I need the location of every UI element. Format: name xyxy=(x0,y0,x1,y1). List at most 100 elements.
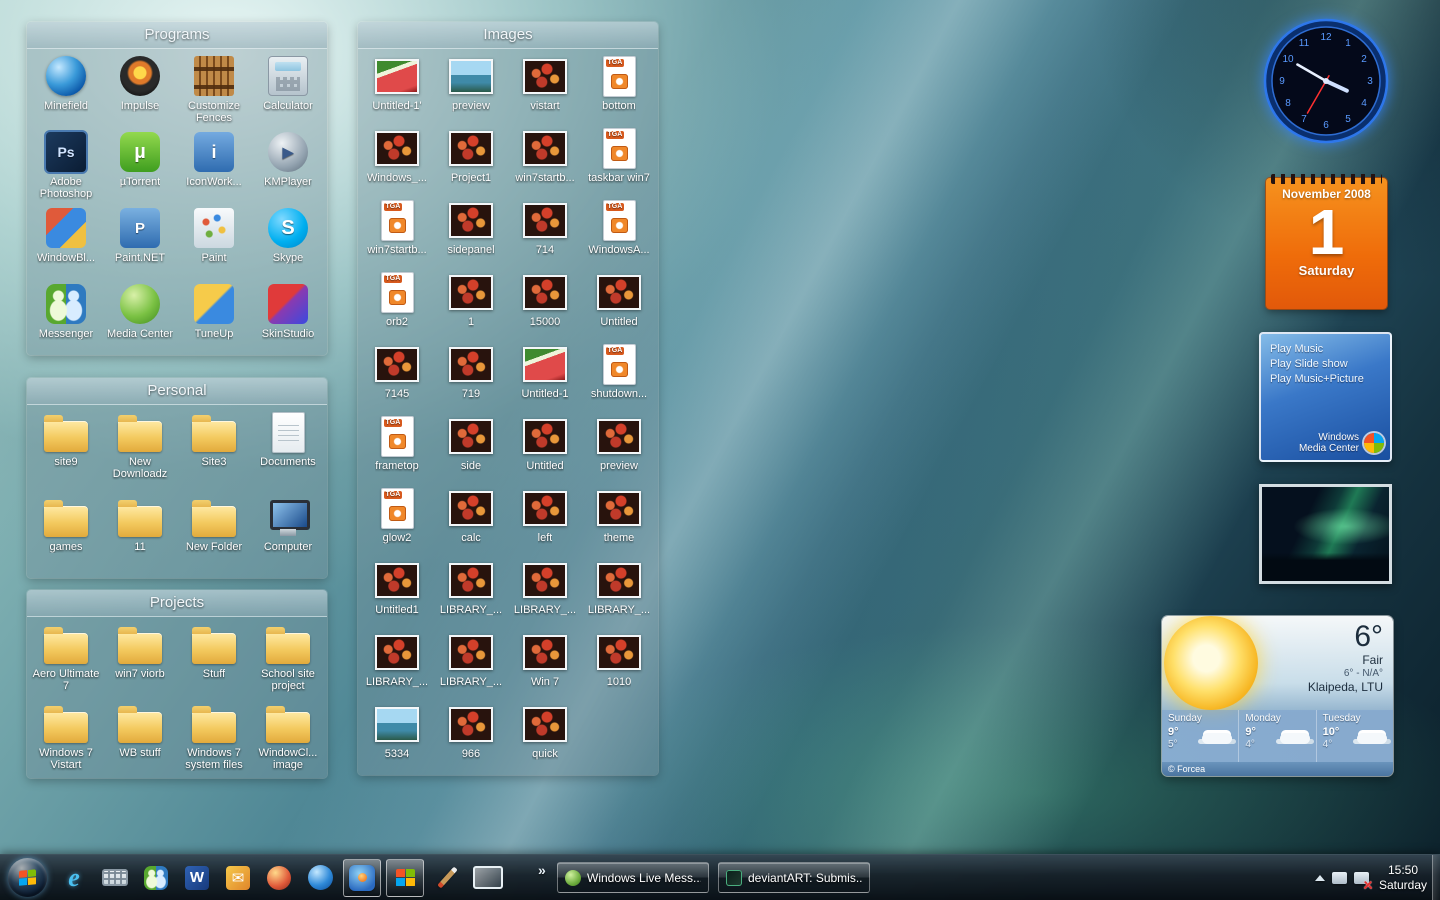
desktop-icon-untitled-1[interactable]: Untitled-1' xyxy=(360,52,434,124)
desktop-icon-games[interactable]: games xyxy=(29,493,103,578)
fence-projects[interactable]: Projects Aero Ultimate 7win7 viorbStuffS… xyxy=(27,590,327,778)
desktop-icon-1[interactable]: 1 xyxy=(434,268,508,340)
quicklaunch-outlook-button[interactable] xyxy=(220,858,256,898)
desktop-icon-win7startb[interactable]: win7startb... xyxy=(360,196,434,268)
quicklaunch-brush-button[interactable] xyxy=(429,858,465,898)
desktop-icon-wb-stuff[interactable]: WB stuff xyxy=(103,699,177,778)
desktop-icon-skinstudio[interactable]: SkinStudio xyxy=(251,280,325,355)
desktop-icon-preview[interactable]: preview xyxy=(434,52,508,124)
desktop-icon-minefield[interactable]: Minefield xyxy=(29,52,103,128)
taskbar-button-windows-live-messenger[interactable]: Windows Live Mess... xyxy=(557,862,709,893)
desktop-icon-side[interactable]: side xyxy=(434,412,508,484)
desktop-icon-taskbar-win7[interactable]: taskbar win7 xyxy=(582,124,656,196)
desktop-icon-site9[interactable]: site9 xyxy=(29,408,103,493)
taskbar-button-deviantart[interactable]: deviantART: Submis... xyxy=(718,862,870,893)
desktop-icon-15000[interactable]: 15000 xyxy=(508,268,582,340)
quicklaunch-orb-button[interactable] xyxy=(261,858,297,898)
quicklaunch-messenger-button[interactable] xyxy=(138,858,174,898)
desktop-icon-719[interactable]: 719 xyxy=(434,340,508,412)
analog-clock-gadget[interactable]: 1212 345 678 91011 xyxy=(1260,14,1392,148)
desktop-icon-library[interactable]: LIBRARY_... xyxy=(582,556,656,628)
desktop-icon-skype[interactable]: SSkype xyxy=(251,204,325,280)
desktop-icon-library[interactable]: LIBRARY_... xyxy=(434,556,508,628)
fence-images[interactable]: Images Untitled-1'previewvistartbottomWi… xyxy=(358,22,658,775)
desktop-icon-966[interactable]: 966 xyxy=(434,700,508,772)
start-button[interactable] xyxy=(8,858,47,897)
desktop-icon-computer[interactable]: Computer xyxy=(251,493,325,578)
fence-personal[interactable]: Personal site9New DownloadzSite3Document… xyxy=(27,378,327,578)
desktop-icon-orb2[interactable]: orb2 xyxy=(360,268,434,340)
quicklaunch-ie-button[interactable] xyxy=(56,858,92,898)
desktop-icon-calculator[interactable]: Calculator xyxy=(251,52,325,128)
desktop-icon-vistart[interactable]: vistart xyxy=(508,52,582,124)
play-slideshow-link[interactable]: Play Slide show xyxy=(1270,357,1390,372)
quicklaunch-word-button[interactable] xyxy=(179,858,215,898)
desktop-icon-documents[interactable]: Documents xyxy=(251,408,325,493)
desktop-icon-11[interactable]: 11 xyxy=(103,493,177,578)
desktop-icon-impulse[interactable]: Impulse xyxy=(103,52,177,128)
desktop-icon-paint-net[interactable]: PPaint.NET xyxy=(103,204,177,280)
forecast-day-sunday[interactable]: Sunday 9° 5° xyxy=(1162,710,1238,762)
desktop-icon-1010[interactable]: 1010 xyxy=(582,628,656,700)
desktop-icon-win-7[interactable]: Win 7 xyxy=(508,628,582,700)
desktop-icon-win7startb[interactable]: win7startb... xyxy=(508,124,582,196)
desktop-icon-windows-7-vistart[interactable]: Windows 7 Vistart xyxy=(29,699,103,778)
desktop-icon-school-site-project[interactable]: School site project xyxy=(251,620,325,699)
fence-title-images[interactable]: Images xyxy=(358,22,658,49)
desktop-icon-sidepanel[interactable]: sidepanel xyxy=(434,196,508,268)
desktop-icon-theme[interactable]: theme xyxy=(582,484,656,556)
quicklaunch-wmp-button[interactable] xyxy=(343,859,381,897)
desktop-icon-untitled-1[interactable]: Untitled-1 xyxy=(508,340,582,412)
play-music-link[interactable]: Play Music xyxy=(1270,342,1390,357)
desktop-icon-library[interactable]: LIBRARY_... xyxy=(508,556,582,628)
forecast-day-tuesday[interactable]: Tuesday 10° 4° xyxy=(1316,710,1393,762)
desktop-icon-new-folder[interactable]: New Folder xyxy=(177,493,251,578)
desktop-icon-project1[interactable]: Project1 xyxy=(434,124,508,196)
fence-programs[interactable]: Programs MinefieldImpulseCustomize Fence… xyxy=(27,22,327,355)
fence-title-projects[interactable]: Projects xyxy=(27,590,327,617)
toolbar-overflow-chevron[interactable]: » xyxy=(538,862,546,878)
fence-title-programs[interactable]: Programs xyxy=(27,22,327,49)
taskbar-clock[interactable]: 15:50 Saturday xyxy=(1376,863,1430,893)
desktop-icon-windowcl-image[interactable]: WindowCl... image xyxy=(251,699,325,778)
desktop-icon-untitled[interactable]: Untitled xyxy=(508,412,582,484)
forecast-day-monday[interactable]: Monday 9° 4° xyxy=(1238,710,1315,762)
desktop-icon-new-downloadz[interactable]: New Downloadz xyxy=(103,408,177,493)
desktop-icon-windowsa[interactable]: WindowsA... xyxy=(582,196,656,268)
media-center-gadget[interactable]: Play Music Play Slide show Play Music+Pi… xyxy=(1259,332,1392,462)
quicklaunch-windows-button[interactable] xyxy=(386,859,424,897)
desktop-icon-windows[interactable]: Windows_... xyxy=(360,124,434,196)
desktop-icon-untitled[interactable]: Untitled xyxy=(582,268,656,340)
fence-title-personal[interactable]: Personal xyxy=(27,378,327,405)
desktop-icon-torrent[interactable]: µµTorrent xyxy=(103,128,177,204)
desktop-icon-media-center[interactable]: Media Center xyxy=(103,280,177,355)
show-desktop-button[interactable] xyxy=(1432,855,1440,900)
desktop-icon-library[interactable]: LIBRARY_... xyxy=(434,628,508,700)
desktop-icon-adobe-photoshop[interactable]: PsAdobe Photoshop xyxy=(29,128,103,204)
desktop-icon-win7-viorb[interactable]: win7 viorb xyxy=(103,620,177,699)
quicklaunch-keyboard-button[interactable] xyxy=(97,858,133,898)
weather-gadget[interactable]: 6° Fair 6° - N/A° Klaipeda, LTU Sunday 9… xyxy=(1162,616,1393,776)
desktop-icon-left[interactable]: left xyxy=(508,484,582,556)
quicklaunch-monitor-button[interactable] xyxy=(470,858,506,898)
desktop-icon-calc[interactable]: calc xyxy=(434,484,508,556)
tray-display-icon[interactable] xyxy=(1332,872,1347,884)
desktop-icon-quick[interactable]: quick xyxy=(508,700,582,772)
tray-network-error-icon[interactable] xyxy=(1354,872,1369,884)
desktop-icon-frametop[interactable]: frametop xyxy=(360,412,434,484)
desktop-icon-aero-ultimate-7[interactable]: Aero Ultimate 7 xyxy=(29,620,103,699)
desktop-icon-glow2[interactable]: glow2 xyxy=(360,484,434,556)
desktop-icon-windows-7-system-files[interactable]: Windows 7 system files xyxy=(177,699,251,778)
calendar-gadget[interactable]: November 2008 1 Saturday xyxy=(1266,178,1387,309)
desktop-icon-kmplayer[interactable]: ▶KMPlayer xyxy=(251,128,325,204)
picture-slideshow-gadget[interactable] xyxy=(1259,484,1392,584)
desktop-icon-preview[interactable]: preview xyxy=(582,412,656,484)
desktop-icon-windowbl[interactable]: WindowBl... xyxy=(29,204,103,280)
desktop-icon-untitled1[interactable]: Untitled1 xyxy=(360,556,434,628)
desktop-icon-customize-fences[interactable]: Customize Fences xyxy=(177,52,251,128)
quicklaunch-browser-button[interactable] xyxy=(302,858,338,898)
desktop-icon-iconwork[interactable]: iIconWork... xyxy=(177,128,251,204)
play-music-picture-link[interactable]: Play Music+Picture xyxy=(1270,372,1390,387)
desktop-icon-site3[interactable]: Site3 xyxy=(177,408,251,493)
desktop-icon-tuneup[interactable]: TuneUp xyxy=(177,280,251,355)
